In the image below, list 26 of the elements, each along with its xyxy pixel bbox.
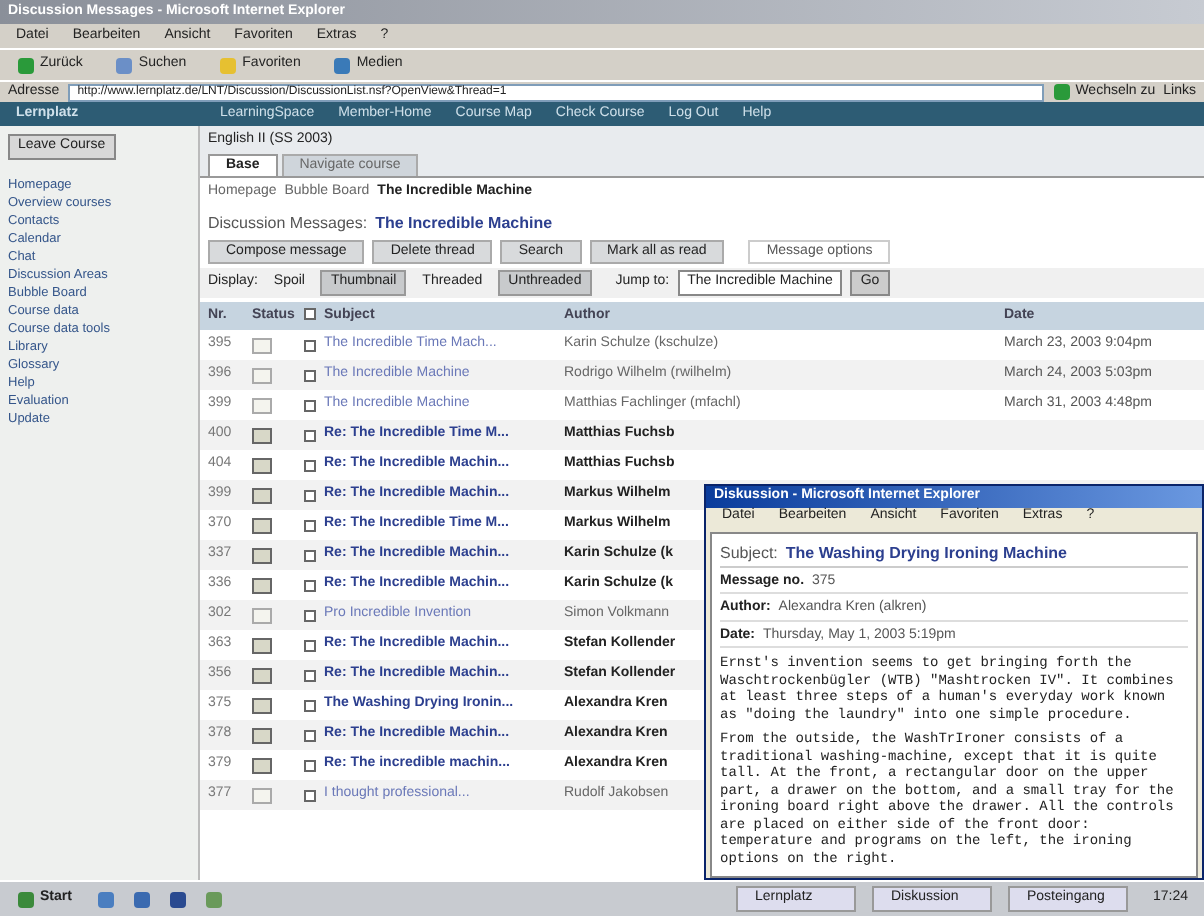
heading-label: Discussion Messages:: [208, 211, 368, 235]
row-checkbox[interactable]: [304, 399, 316, 411]
subject-label: Subject:: [720, 541, 778, 565]
row-checkbox[interactable]: [304, 729, 316, 741]
row-checkbox[interactable]: [304, 459, 316, 471]
row-checkbox[interactable]: [304, 429, 316, 441]
row-checkbox[interactable]: [304, 759, 316, 771]
row-checkbox[interactable]: [304, 699, 316, 711]
row-checkbox[interactable]: [304, 519, 316, 531]
quick-launch-icon[interactable]: [95, 889, 116, 909]
row-checkbox[interactable]: [304, 489, 316, 501]
row-checkbox[interactable]: [304, 369, 316, 381]
row-checkbox[interactable]: [304, 669, 316, 681]
row-checkbox[interactable]: [304, 789, 316, 801]
quick-launch-icon[interactable]: [131, 889, 152, 909]
row-checkbox[interactable]: [304, 579, 316, 591]
toolbar-icon[interactable]: [332, 55, 353, 75]
select-all-checkbox[interactable]: [304, 307, 316, 319]
row-checkbox[interactable]: [304, 339, 316, 351]
start-icon[interactable]: [16, 889, 36, 909]
quick-launch-icon[interactable]: [167, 889, 188, 909]
row-checkbox[interactable]: [304, 549, 316, 561]
row-checkbox[interactable]: [304, 639, 316, 651]
row-checkbox[interactable]: [304, 609, 316, 621]
heading-topic: The Incredible Machine: [375, 211, 553, 235]
subject-text: The Washing Drying Ironing Machine: [785, 541, 1068, 565]
